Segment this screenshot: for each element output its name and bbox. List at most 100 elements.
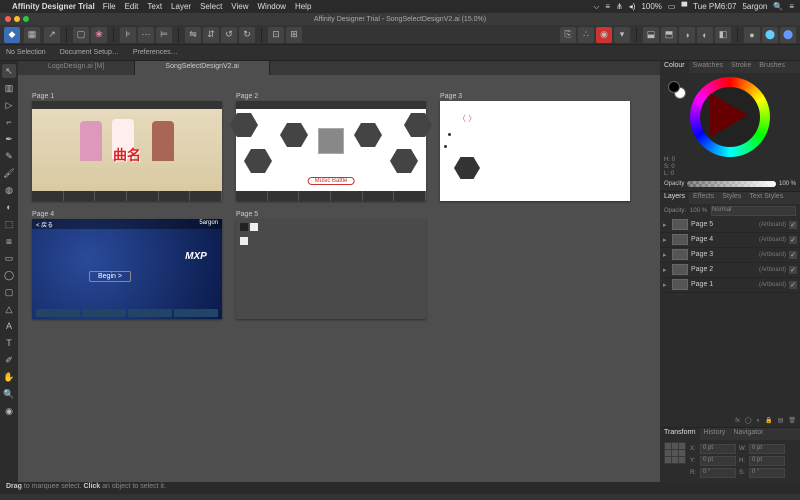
- layers-list[interactable]: ▸Page 5(Artboard)✓ ▸Page 4(Artboard)✓ ▸P…: [660, 218, 800, 414]
- corner-tool[interactable]: ⌐: [2, 115, 16, 129]
- move-tool[interactable]: ↖: [2, 64, 16, 78]
- boolean-intersect-button[interactable]: ◑: [679, 27, 695, 43]
- battery-pct[interactable]: 100%: [641, 2, 661, 11]
- volume-icon[interactable]: ◂): [629, 2, 636, 11]
- layer-adjust-icon[interactable]: ◐: [757, 418, 761, 424]
- snapping-menu-button[interactable]: ▾: [614, 27, 630, 43]
- hand-tool[interactable]: ✋: [2, 370, 16, 384]
- place-tool[interactable]: ⬚: [2, 217, 16, 231]
- layer-fx-icon[interactable]: fx: [735, 418, 740, 424]
- crop-tool[interactable]: ⧈: [2, 234, 16, 248]
- shape-rounded-tool[interactable]: ▢: [2, 285, 16, 299]
- persona-export-button[interactable]: ↗: [44, 27, 60, 43]
- r-input[interactable]: 0 °: [700, 468, 736, 478]
- shape-rect-tool[interactable]: ▭: [2, 251, 16, 265]
- w-input[interactable]: 0 pt: [749, 444, 785, 454]
- battery-icon[interactable]: ▭: [668, 2, 676, 11]
- menu-file[interactable]: File: [103, 2, 116, 11]
- eyedropper-tool[interactable]: ✐: [2, 353, 16, 367]
- window-minimise-button[interactable]: [14, 16, 20, 22]
- pencil-tool[interactable]: ✎: [2, 149, 16, 163]
- layer-row[interactable]: ▸Page 2(Artboard)✓: [660, 263, 800, 278]
- pen-tool[interactable]: ✒: [2, 132, 16, 146]
- menu-text[interactable]: Text: [147, 2, 162, 11]
- layer-opacity-value[interactable]: 100 %: [690, 208, 707, 214]
- x-input[interactable]: 0 pt: [700, 444, 736, 454]
- flag-icon[interactable]: ▀: [681, 2, 687, 11]
- visibility-checkbox[interactable]: ✓: [789, 251, 797, 259]
- visibility-checkbox[interactable]: ✓: [789, 221, 797, 229]
- boolean-subtract-button[interactable]: ⬒: [661, 27, 677, 43]
- artboard-page-4[interactable]: Page 4 < 戻る5argon Begin > MXP: [32, 211, 222, 319]
- tab-colour[interactable]: Colour: [660, 61, 689, 73]
- chevron-right-icon[interactable]: ▸: [663, 236, 669, 244]
- transparency-tool[interactable]: ◐: [2, 200, 16, 214]
- menu-window[interactable]: Window: [258, 2, 286, 11]
- tab-styles[interactable]: Styles: [718, 192, 745, 204]
- rotate-ccw-button[interactable]: ↺: [221, 27, 237, 43]
- zoom-tool[interactable]: 🔍: [2, 387, 16, 401]
- menu-select[interactable]: Select: [200, 2, 222, 11]
- visibility-checkbox[interactable]: ✓: [789, 281, 797, 289]
- username[interactable]: 5argon: [742, 2, 767, 11]
- h-input[interactable]: 0 pt: [749, 456, 785, 466]
- persona-pixel-button[interactable]: ▦: [24, 27, 40, 43]
- app-name[interactable]: Affinity Designer Trial: [12, 2, 95, 11]
- menu-help[interactable]: Help: [295, 2, 311, 11]
- visibility-checkbox[interactable]: ✓: [789, 266, 797, 274]
- sync-icon[interactable]: ⬤: [762, 27, 778, 43]
- chevron-right-icon[interactable]: ▸: [663, 266, 669, 274]
- search-icon[interactable]: 🔍: [773, 2, 783, 11]
- layer-row[interactable]: ▸Page 1(Artboard)✓: [660, 278, 800, 293]
- account-icon[interactable]: ●: [744, 27, 760, 43]
- opacity-slider[interactable]: [687, 181, 776, 187]
- shape-ellipse-tool[interactable]: ◯: [2, 268, 16, 282]
- arrange-front-button[interactable]: ❀: [91, 27, 107, 43]
- shape-triangle-tool[interactable]: △: [2, 302, 16, 316]
- document-setup-button[interactable]: Document Setup…: [60, 49, 119, 56]
- boolean-divide-button[interactable]: ◧: [715, 27, 731, 43]
- artboard-tool[interactable]: ▥: [2, 81, 16, 95]
- menu-edit[interactable]: Edit: [125, 2, 139, 11]
- snapping-button[interactable]: ◉: [596, 27, 612, 43]
- y-input[interactable]: 0 pt: [700, 456, 736, 466]
- tab-navigator[interactable]: Navigator: [729, 428, 767, 440]
- doc-tab-2[interactable]: SongSelectDesignV2.ai: [135, 61, 270, 75]
- artboard-page-5[interactable]: Page 5: [236, 211, 426, 319]
- swatch-fg-icon[interactable]: ◉: [2, 404, 16, 418]
- text-artistic-tool[interactable]: A: [2, 319, 16, 333]
- rotate-cw-button[interactable]: ↻: [239, 27, 255, 43]
- tab-stroke[interactable]: Stroke: [727, 61, 755, 73]
- tab-transform[interactable]: Transform: [660, 428, 700, 440]
- node-tool[interactable]: ▷: [2, 98, 16, 112]
- insert-target-button[interactable]: ⎘: [560, 27, 576, 43]
- arrange-back-button[interactable]: ▢: [73, 27, 89, 43]
- chevron-right-icon[interactable]: ▸: [663, 281, 669, 289]
- artboard-page-1[interactable]: Page 1 曲名: [32, 93, 222, 201]
- boolean-xor-button[interactable]: ◐: [697, 27, 713, 43]
- layer-row[interactable]: ▸Page 3(Artboard)✓: [660, 248, 800, 263]
- menu-view[interactable]: View: [231, 2, 248, 11]
- fill-swatch[interactable]: [668, 81, 680, 93]
- fill-stroke-swatches[interactable]: [668, 81, 686, 99]
- preferences-button[interactable]: Preferences…: [133, 49, 178, 56]
- layer-lock-icon[interactable]: 🔒: [765, 417, 772, 424]
- persona-designer-button[interactable]: ◆: [4, 27, 20, 43]
- canvas-area[interactable]: LogoDesign.ai [M] SongSelectDesignV2.ai …: [18, 61, 660, 482]
- wifi-icon[interactable]: ⋔: [616, 2, 623, 11]
- tab-brushes[interactable]: Brushes: [755, 61, 789, 73]
- window-close-button[interactable]: [5, 16, 11, 22]
- blend-mode-select[interactable]: Normal: [711, 206, 796, 216]
- menu-icon[interactable]: ≡: [789, 2, 794, 11]
- align-right-button[interactable]: ⊨: [156, 27, 172, 43]
- flip-v-button[interactable]: ⇵: [203, 27, 219, 43]
- brush-tool[interactable]: 🖌: [2, 166, 16, 180]
- lock-button[interactable]: ⊞: [286, 27, 302, 43]
- layer-row[interactable]: ▸Page 4(Artboard)✓: [660, 233, 800, 248]
- tab-effects[interactable]: Effects: [689, 192, 718, 204]
- layer-delete-icon[interactable]: 🗑: [788, 417, 796, 424]
- menu-extra-icon[interactable]: ≡: [605, 2, 610, 11]
- snap-button[interactable]: ⊡: [268, 27, 284, 43]
- clock[interactable]: Tue PM6:07: [693, 2, 736, 11]
- dropbox-icon[interactable]: ⌵: [593, 2, 599, 12]
